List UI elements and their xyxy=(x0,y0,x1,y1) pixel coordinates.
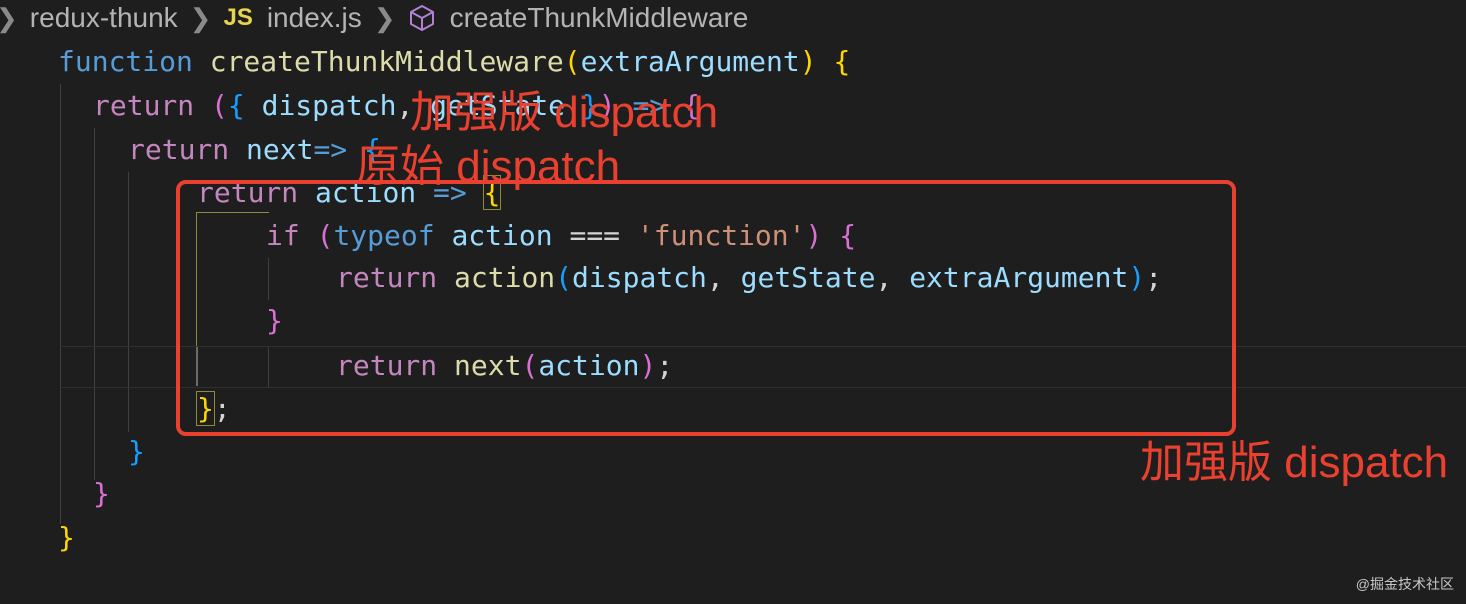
chevron-right-icon: ❯ xyxy=(0,3,18,34)
breadcrumb-folder[interactable]: redux-thunk xyxy=(30,2,178,34)
indent-guide xyxy=(128,172,129,432)
indent-guide xyxy=(60,84,61,524)
javascript-file-icon: JS xyxy=(223,4,253,31)
annotation-original-dispatch: 原始 dispatch xyxy=(356,142,621,191)
watermark: @掘金技术社区 xyxy=(1355,576,1454,592)
chevron-right-icon: ❯ xyxy=(189,2,212,33)
chevron-right-icon: ❯ xyxy=(373,2,396,33)
indent-guide xyxy=(94,128,95,480)
method-cube-icon xyxy=(408,4,436,32)
code-line-3: return next=> { xyxy=(128,133,381,166)
code-line-12: } xyxy=(58,521,75,554)
code-line-10: } xyxy=(128,435,145,468)
annotation-highlight-box xyxy=(176,180,1236,436)
annotation-enhanced-dispatch-bottom: 加强版 dispatch xyxy=(1140,438,1449,487)
code-line-11: } xyxy=(93,477,110,510)
breadcrumb: ❯ redux-thunk ❯ JS index.js ❯ createThun… xyxy=(0,0,1466,36)
breadcrumb-file[interactable]: index.js xyxy=(267,2,362,34)
breadcrumb-symbol[interactable]: createThunkMiddleware xyxy=(450,2,749,34)
